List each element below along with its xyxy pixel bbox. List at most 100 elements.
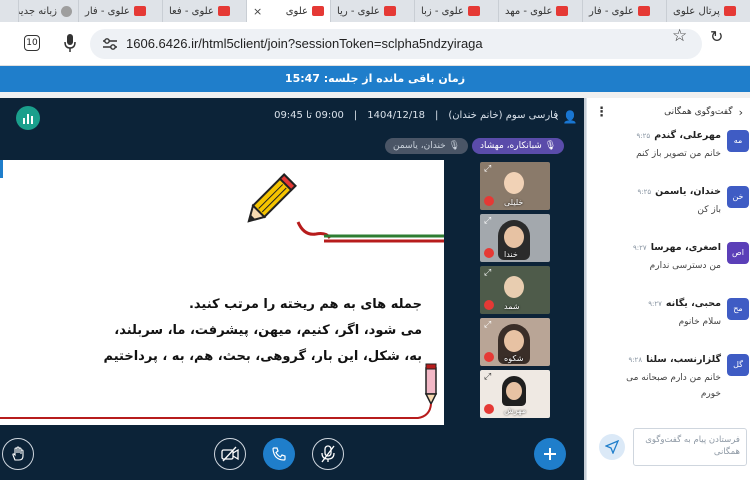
message-author: اصغری، مهرسا۹:۲۷ xyxy=(633,242,721,253)
message-time: ۹:۲۵ xyxy=(637,188,652,196)
webcam-tile[interactable]: ⤢ مهرش xyxy=(480,370,550,418)
slide-line: به، شکل، این بار، گروهی، بحث، هم، به ، پ… xyxy=(103,349,422,364)
browser-tab[interactable]: علوی - ریا xyxy=(330,0,414,22)
mic-off-icon xyxy=(321,445,335,463)
browser-tab[interactable]: علوی - فار xyxy=(582,0,666,22)
users-list-toggle-icon[interactable]: ‹ 👤 xyxy=(554,110,578,124)
hand-icon xyxy=(12,446,24,461)
plus-icon xyxy=(544,448,556,460)
message-time: ۹:۲۸ xyxy=(628,356,643,364)
webcam-tile[interactable]: ⤢ شمد xyxy=(480,266,550,314)
raise-hand-button[interactable] xyxy=(2,438,34,470)
tab-label: زبانه جدید xyxy=(18,5,57,17)
url-field[interactable]: 1606.6426.ir/html5client/join?sessionTok… xyxy=(90,29,702,59)
talking-indicator-user: 🎙 خندان، یاسمن xyxy=(385,138,469,154)
session-info: فارسی سوم (خانم خندان) | 1404/12/18 | 09… xyxy=(274,110,558,121)
mute-button[interactable] xyxy=(312,438,344,470)
expand-icon[interactable]: ⤢ xyxy=(484,217,491,226)
chevron-right-icon[interactable]: ‹ xyxy=(739,106,743,119)
expand-icon[interactable]: ⤢ xyxy=(484,269,491,278)
send-message-button[interactable] xyxy=(599,434,625,460)
browser-tab[interactable]: علوی - زبا xyxy=(414,0,498,22)
webcam-name: شکوه xyxy=(504,354,524,363)
message-author: گلزارنسب، سلنا۹:۲۸ xyxy=(628,354,721,365)
bookmark-star-icon[interactable]: ☆ xyxy=(672,28,687,45)
message-author: مهرعلی، گندم۹:۲۵ xyxy=(636,130,721,141)
send-icon xyxy=(605,440,619,454)
favicon-icon xyxy=(61,5,72,17)
meeting-area: فارسی سوم (خانم خندان) | 1404/12/18 | 09… xyxy=(0,98,586,480)
talking-indicators: 🎙 شبانکاره، مهشاد 🎙 خندان، یاسمن xyxy=(385,138,565,154)
audio-button[interactable] xyxy=(263,438,295,470)
webcam-tile[interactable]: ⤢ خلیلی xyxy=(480,162,550,210)
expand-icon[interactable]: ⤢ xyxy=(484,373,491,382)
message-body: من دسترسی ندارم xyxy=(649,261,721,271)
browser-tab[interactable]: علوی - فار xyxy=(78,0,162,22)
slide-text: جمله های به هم ریخته را مرتب کنید. می شو… xyxy=(104,292,422,370)
site-settings-icon[interactable] xyxy=(102,37,118,51)
slide-line: جمله های به هم ریخته را مرتب کنید. xyxy=(188,297,422,312)
message-body: باز کن xyxy=(697,205,721,215)
expand-icon[interactable]: ⤢ xyxy=(484,321,491,330)
message-author: خندان، یاسمن۹:۲۵ xyxy=(637,186,721,197)
muted-icon xyxy=(484,352,494,362)
reload-icon[interactable]: ↻ xyxy=(710,29,723,45)
timer-value: 15:47 xyxy=(284,72,320,85)
message-time: ۹:۲۷ xyxy=(648,300,662,308)
muted-icon xyxy=(484,404,494,414)
favicon-icon xyxy=(556,6,569,16)
tab-label: علوی - ریا xyxy=(337,5,380,17)
camera-off-button[interactable] xyxy=(214,438,246,470)
browser-tab[interactable]: زبانه جدید xyxy=(18,0,78,22)
actions-plus-button[interactable] xyxy=(534,438,566,470)
favicon-icon xyxy=(217,6,230,16)
favicon-icon xyxy=(312,6,324,16)
message-body: سلام خانوم xyxy=(678,317,721,327)
favicon-icon xyxy=(467,6,480,16)
tab-label: علوی - مهد xyxy=(505,5,553,17)
app-logo-icon xyxy=(16,106,40,130)
favicon-icon xyxy=(637,6,650,16)
presentation-slide: جمله های به هم ریخته را مرتب کنید. می شو… xyxy=(0,160,444,425)
tab-label: علوی - زبا xyxy=(421,5,464,17)
tab-label: پرتال علوی xyxy=(673,5,720,17)
public-chat-panel: ‹ گفت‌وگوی همگانی ⋮ مه مهرعلی، گندم۹:۲۵ … xyxy=(586,98,750,480)
muted-icon xyxy=(484,248,494,258)
session-timer-bar: زمان باقی مانده از جلسه: 15:47 xyxy=(0,66,750,92)
browser-tab[interactable]: علوی - مهد xyxy=(498,0,582,22)
timer-label: زمان باقی مانده از جلسه: xyxy=(323,72,466,85)
webcam-tile[interactable]: ⤢ خندا xyxy=(480,214,550,262)
message-time: ۹:۲۷ xyxy=(633,244,647,252)
message-body: خانم من تصویر باز کنم xyxy=(636,149,721,159)
slide-edge-marker xyxy=(0,160,3,178)
avatar: مه xyxy=(727,130,749,152)
message-time: ۹:۲۵ xyxy=(636,132,651,140)
browser-tab-active[interactable]: علوی × xyxy=(246,0,330,22)
message-author: محبی، یگانه۹:۲۷ xyxy=(648,298,721,309)
tab-switcher-button[interactable]: 10 xyxy=(24,35,40,51)
close-tab-icon[interactable]: × xyxy=(253,5,262,18)
chat-message-input[interactable]: فرستادن پیام به گفت‌وگوی همگانی xyxy=(633,428,747,466)
chat-message-list: مه مهرعلی، گندم۹:۲۵ خانم من تصویر باز کن… xyxy=(587,128,750,418)
browser-tab-strip: پرتال علوی علوی - فار علوی - مهد علوی - … xyxy=(0,0,750,22)
address-bar-row: 10 1606.6426.ir/html5client/join?session… xyxy=(0,22,750,66)
session-time: 09:00 تا 09:45 xyxy=(274,110,344,121)
avatar: اص xyxy=(727,242,749,264)
favicon-icon xyxy=(133,6,146,16)
expand-icon[interactable]: ⤢ xyxy=(484,165,491,174)
tab-label: علوی - فار xyxy=(589,5,634,17)
tab-label: علوی - فعا xyxy=(169,5,214,17)
session-title: فارسی سوم (خانم خندان) xyxy=(448,110,558,121)
message-body: خانم من دارم صبحانه می خورم xyxy=(626,373,721,399)
browser-tab[interactable]: علوی - فعا xyxy=(162,0,246,22)
more-options-icon[interactable]: ⋮ xyxy=(595,105,608,120)
webcam-name: شمد xyxy=(504,302,520,311)
slide-line: می شود، اگر، کنیم، میهن، پیشرفت، ما، سرب… xyxy=(114,323,422,338)
webcam-name: خلیلی xyxy=(504,198,524,207)
video-off-icon xyxy=(221,446,239,462)
browser-tab[interactable]: پرتال علوی xyxy=(666,0,750,22)
microphone-icon[interactable] xyxy=(64,33,76,53)
chat-header: ‹ گفت‌وگوی همگانی ⋮ xyxy=(587,98,750,126)
talking-indicator-speaker: 🎙 شبانکاره، مهشاد xyxy=(472,138,565,154)
webcam-tile[interactable]: ⤢ شکوه xyxy=(480,318,550,366)
